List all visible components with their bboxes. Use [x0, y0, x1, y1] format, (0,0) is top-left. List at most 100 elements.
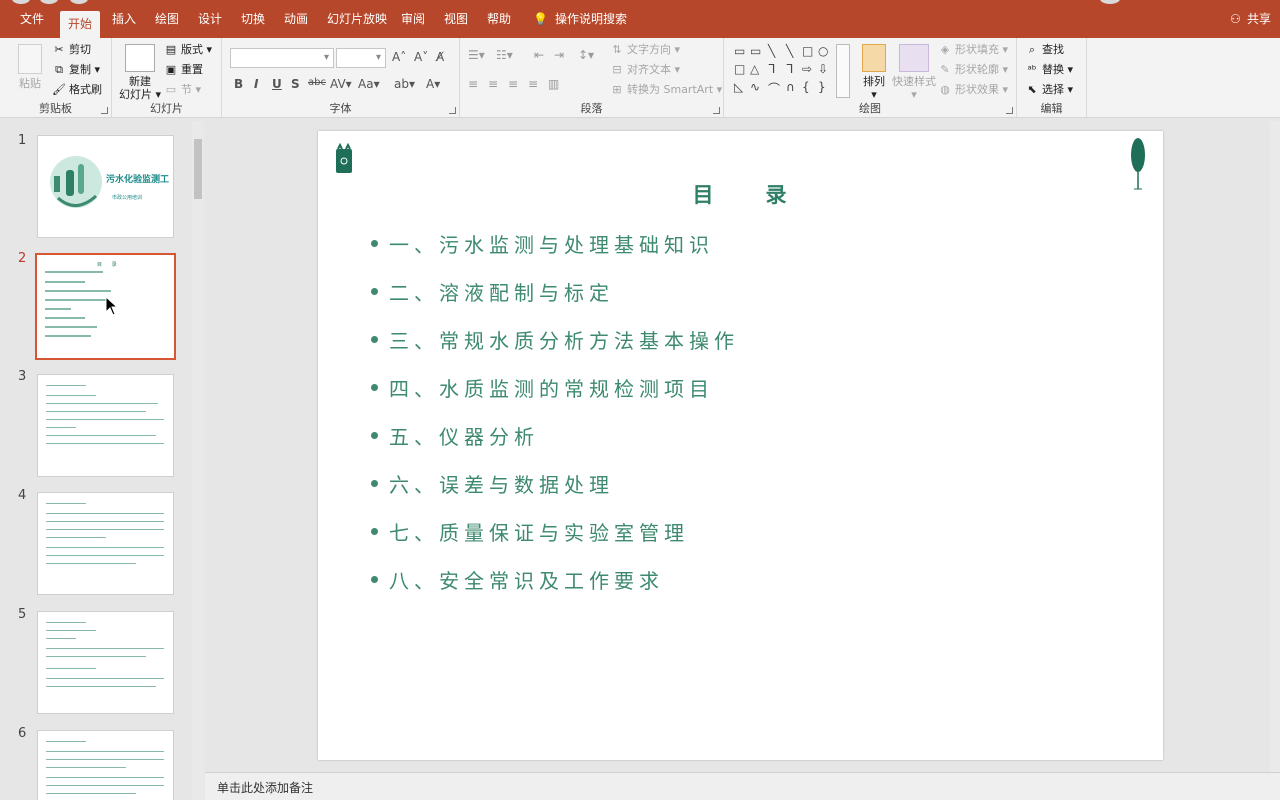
tab-help[interactable]: 帮助: [487, 10, 511, 38]
quick-access-icon[interactable]: [40, 0, 58, 4]
scribble-icon[interactable]: ∿: [750, 80, 760, 94]
text-direction-button[interactable]: ⇅ 文字方向 ▾: [610, 41, 680, 59]
font-color-icon[interactable]: A▾: [426, 77, 440, 91]
tab-review[interactable]: 审阅: [401, 10, 425, 38]
line-icon[interactable]: ╲: [768, 44, 775, 58]
char-spacing-icon[interactable]: AV▾: [330, 77, 352, 91]
line-spacing-icon[interactable]: ↕▾: [578, 48, 594, 62]
line-icon[interactable]: ╲: [786, 44, 793, 58]
shape-fill-button[interactable]: ◈ 形状填充 ▾: [938, 41, 1008, 59]
tell-me-search[interactable]: 操作说明搜索: [555, 10, 627, 38]
toc-item[interactable]: 八、安全常识及工作要求: [371, 565, 664, 594]
copy-button[interactable]: ⧉ 复制 ▾: [52, 61, 100, 79]
tab-file[interactable]: 文件: [20, 10, 44, 38]
freeform-icon[interactable]: ◺: [734, 80, 743, 94]
font-size-combo[interactable]: ▾: [336, 48, 386, 68]
textbox-vertical-icon[interactable]: ▭: [750, 44, 761, 58]
account-avatar[interactable]: [1100, 0, 1120, 4]
slide-thumbnail-5[interactable]: [37, 611, 174, 714]
shapes-gallery[interactable]: ▭ ▭ ╲ ╲ □ ○ □ △ ᒣ ᒣ ⇨ ⇩ ◺ ∿ ⌒ ∩ { }: [732, 44, 832, 98]
shape-effects-button[interactable]: ◍ 形状效果 ▾: [938, 81, 1008, 99]
brace-icon[interactable]: }: [818, 80, 826, 94]
tab-slideshow[interactable]: 幻灯片放映: [327, 10, 387, 38]
tab-draw[interactable]: 绘图: [155, 10, 179, 38]
tab-view[interactable]: 视图: [444, 10, 468, 38]
convert-smartart-button[interactable]: ⊞ 转换为 SmartArt ▾: [610, 81, 722, 99]
toc-item[interactable]: 二、溶液配制与标定: [371, 277, 614, 306]
arc-icon[interactable]: ⌒: [768, 80, 780, 97]
replace-button[interactable]: ᵃᵇ 替换 ▾: [1025, 61, 1073, 79]
toc-item[interactable]: 四、水质监测的常规检测项目: [371, 373, 714, 402]
toc-item[interactable]: 一、污水监测与处理基础知识: [371, 229, 714, 258]
slide-scrollbar[interactable]: [1270, 121, 1280, 781]
toc-item[interactable]: 三、常规水质分析方法基本操作: [371, 325, 739, 354]
increase-indent-icon[interactable]: ⇥: [554, 48, 564, 62]
align-text-button[interactable]: ⊟ 对齐文本 ▾: [610, 61, 680, 79]
align-center-icon[interactable]: ≡: [488, 77, 498, 91]
reset-button[interactable]: ▣ 重置: [164, 61, 203, 79]
section-button[interactable]: ▭ 节 ▾: [164, 81, 201, 99]
slide-thumbnail-3[interactable]: [37, 374, 174, 477]
triangle-icon[interactable]: △: [750, 62, 759, 76]
increase-font-icon[interactable]: A˄: [392, 50, 406, 64]
tab-animations[interactable]: 动画: [284, 10, 308, 38]
down-arrow-icon[interactable]: ⇩: [818, 62, 828, 76]
slide-thumbnail-6[interactable]: [37, 730, 174, 800]
rectangle-icon[interactable]: □: [734, 62, 745, 76]
tab-design[interactable]: 设计: [198, 10, 222, 38]
paste-button[interactable]: 粘贴: [12, 44, 48, 90]
cut-button[interactable]: ✂ 剪切: [52, 41, 91, 59]
thumbnail-scrollbar[interactable]: [192, 121, 204, 800]
align-left-icon[interactable]: ≡: [468, 77, 478, 91]
tab-transitions[interactable]: 切换: [241, 10, 265, 38]
change-case-icon[interactable]: Aa▾: [358, 77, 380, 91]
slide-canvas[interactable]: 目录 一、污水监测与处理基础知识 二、溶液配制与标定 三、常规水质分析方法基本操…: [318, 131, 1163, 760]
elbow-connector-icon[interactable]: ᒣ: [768, 62, 775, 76]
slide-thumbnail-1[interactable]: 污水化验监测工 市政公用培训: [37, 135, 174, 238]
curve-icon[interactable]: ∩: [786, 80, 795, 94]
slide-thumbnail-4[interactable]: [37, 492, 174, 595]
dialog-launcher-icon[interactable]: [101, 107, 108, 114]
quick-styles-button[interactable]: 快速样式 ▾: [892, 44, 936, 101]
numbering-icon[interactable]: ☷▾: [496, 48, 513, 62]
clear-format-icon[interactable]: A̸: [436, 50, 444, 64]
scrollbar-thumb[interactable]: [194, 139, 202, 199]
new-slide-button[interactable]: 新建 幻灯片 ▾: [118, 44, 162, 101]
columns-icon[interactable]: ▥: [548, 77, 559, 91]
bullets-icon[interactable]: ☰▾: [468, 48, 485, 62]
textbox-icon[interactable]: ▭: [734, 44, 745, 58]
strikethrough-icon[interactable]: abc: [308, 77, 326, 88]
shapes-gallery-scroll[interactable]: [836, 44, 850, 98]
notes-pane[interactable]: 单击此处添加备注: [205, 772, 1280, 800]
shadow-icon[interactable]: S: [291, 77, 300, 91]
toc-item[interactable]: 五、仪器分析: [371, 421, 539, 450]
arrange-button[interactable]: 排列 ▾: [856, 44, 892, 101]
elbow-connector-icon[interactable]: ᒣ: [786, 62, 793, 76]
decrease-indent-icon[interactable]: ⇤: [534, 48, 544, 62]
highlight-icon[interactable]: ab▾: [394, 77, 415, 91]
shape-outline-button[interactable]: ✎ 形状轮廓 ▾: [938, 61, 1008, 79]
align-right-icon[interactable]: ≡: [508, 77, 518, 91]
quick-access-icon[interactable]: [70, 0, 88, 4]
font-name-combo[interactable]: ▾: [230, 48, 334, 68]
toc-item[interactable]: 七、质量保证与实验室管理: [371, 517, 689, 546]
justify-icon[interactable]: ≡: [528, 77, 538, 91]
tab-insert[interactable]: 插入: [112, 10, 136, 38]
arrow-icon[interactable]: ⇨: [802, 62, 812, 76]
find-button[interactable]: ⌕ 查找: [1025, 41, 1064, 59]
bold-icon[interactable]: B: [234, 77, 243, 91]
tab-home[interactable]: 开始: [60, 11, 101, 38]
quick-access-icon[interactable]: [12, 0, 30, 4]
rectangle-icon[interactable]: □: [802, 44, 813, 58]
underline-icon[interactable]: U: [272, 77, 282, 91]
brace-icon[interactable]: {: [802, 80, 810, 94]
toc-item[interactable]: 六、误差与数据处理: [371, 469, 614, 498]
oval-icon[interactable]: ○: [818, 44, 828, 58]
slide-title[interactable]: 目录: [318, 179, 1163, 209]
dialog-launcher-icon[interactable]: [1006, 107, 1013, 114]
italic-icon[interactable]: I: [254, 77, 258, 91]
select-button[interactable]: ⬉ 选择 ▾: [1025, 81, 1073, 99]
format-painter-button[interactable]: 🖌 格式刷: [52, 81, 102, 99]
dialog-launcher-icon[interactable]: [449, 107, 456, 114]
dialog-launcher-icon[interactable]: [713, 107, 720, 114]
